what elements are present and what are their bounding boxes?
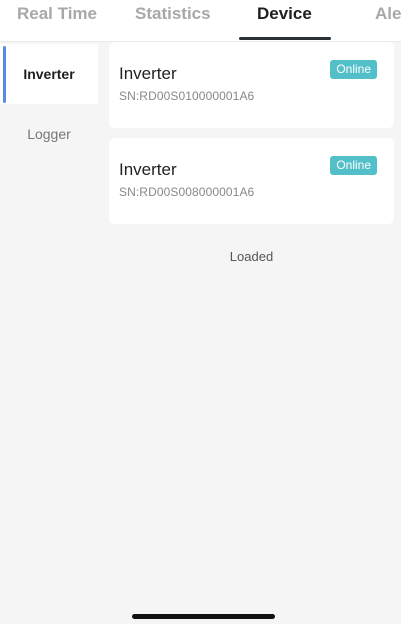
sidebar-item-label: Inverter (23, 66, 75, 82)
status-badge: Online (330, 60, 377, 79)
device-type-sidebar: Inverter Logger (0, 42, 100, 624)
device-card[interactable]: Inverter SN:RD00S008000001A6 Online (109, 138, 394, 224)
tab-device[interactable]: Device (257, 2, 312, 26)
sidebar-item-inverter[interactable]: Inverter (0, 44, 98, 104)
device-card[interactable]: Inverter SN:RD00S010000001A6 Online (109, 42, 394, 128)
sidebar-item-logger[interactable]: Logger (0, 104, 98, 164)
list-loaded-indicator: Loaded (229, 249, 274, 264)
device-serial-number: SN:RD00S008000001A6 (119, 185, 255, 199)
app-screen: Real Time Statistics Device Ale Inverter… (0, 0, 401, 624)
device-name: Inverter (119, 64, 177, 83)
sidebar-active-accent (3, 46, 6, 103)
sidebar-item-label: Logger (27, 126, 71, 142)
tab-alerts[interactable]: Ale (375, 2, 401, 26)
home-indicator[interactable] (132, 614, 275, 619)
device-serial-number: SN:RD00S010000001A6 (119, 89, 255, 103)
status-badge: Online (330, 156, 377, 175)
tab-statistics[interactable]: Statistics (135, 2, 211, 26)
tab-real-time[interactable]: Real Time (17, 2, 97, 26)
active-tab-indicator (239, 37, 331, 40)
device-name: Inverter (119, 160, 177, 179)
top-tab-bar: Real Time Statistics Device Ale (0, 0, 401, 42)
